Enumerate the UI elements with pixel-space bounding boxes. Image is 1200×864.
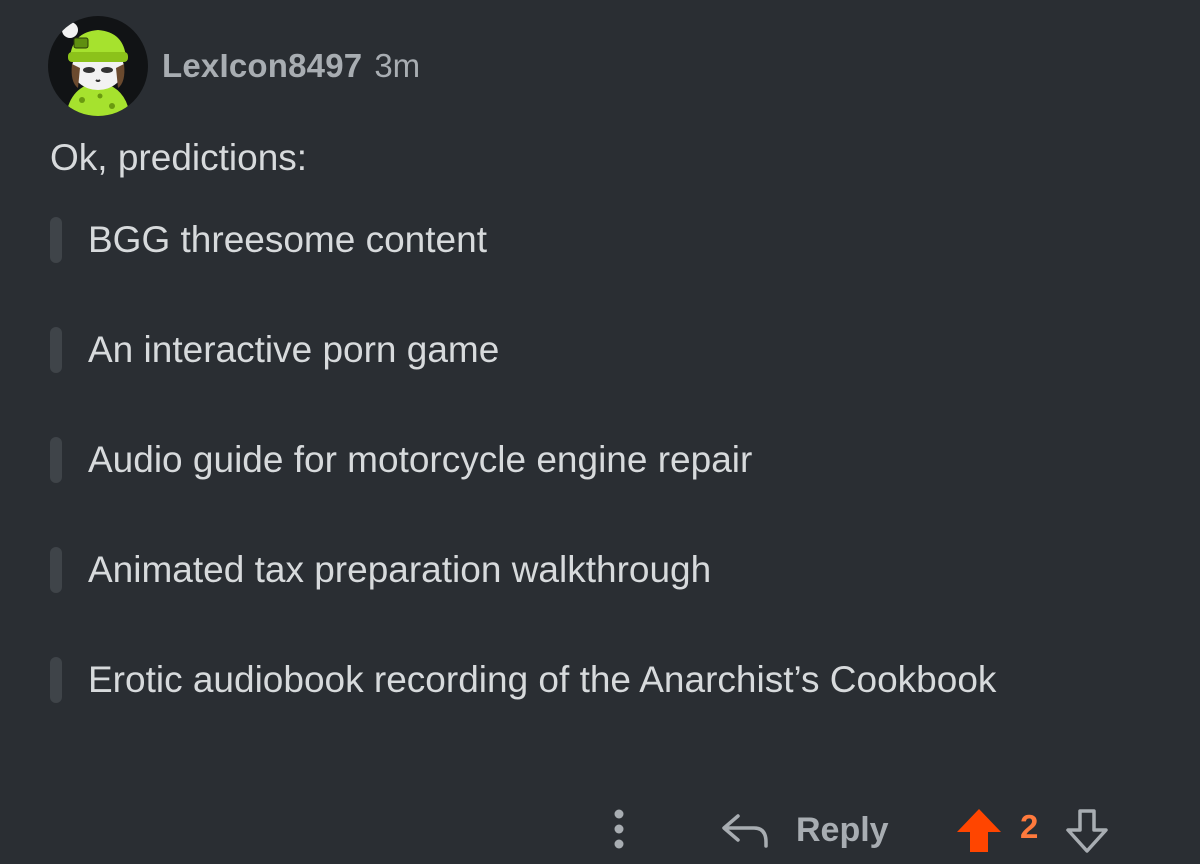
username[interactable]: LexIcon8497 [162,47,362,85]
avatar[interactable] [48,16,148,116]
reply-arrow-icon [722,814,768,848]
vote-score: 2 [1020,808,1039,845]
more-options-button[interactable] [604,804,634,854]
quote-item: An interactive porn game [50,325,499,375]
quote-item: Erotic audiobook recording of the Anarch… [50,655,1088,705]
quote-bar [50,547,62,593]
quote-bar [50,327,62,373]
comment-intro-text: Ok, predictions: [50,137,308,178]
quote-bar [50,437,62,483]
quote-text: An interactive porn game [88,329,500,370]
quote-item: Animated tax preparation walkthrough [50,545,711,595]
quote-item: Audio guide for motorcycle engine repair [50,435,752,485]
quote-bar [50,217,62,263]
reply-label: Reply [796,810,889,849]
comment: LexIcon8497 3m Ok, predictions: BGG thre… [0,0,1200,864]
timestamp: 3m [374,47,421,84]
downvote-button[interactable] [1062,806,1112,856]
quote-text: Erotic audiobook recording of the Anarch… [88,659,997,700]
more-vertical-icon [614,809,624,849]
quote-bar [50,657,62,703]
upvote-button[interactable] [954,806,1004,856]
quote-text: BGG threesome content [88,219,487,260]
comment-header: LexIcon8497 3m [48,10,420,122]
downvote-arrow-icon [1066,809,1108,853]
comment-actions: Reply 2 [0,800,1200,860]
avatar-snoo-icon [62,22,130,116]
upvote-arrow-icon [957,809,1001,852]
quote-text: Audio guide for motorcycle engine repair [88,439,753,480]
reply-button[interactable]: Reply [720,804,889,856]
quote-item: BGG threesome content [50,215,487,265]
quote-text: Animated tax preparation walkthrough [88,549,712,590]
